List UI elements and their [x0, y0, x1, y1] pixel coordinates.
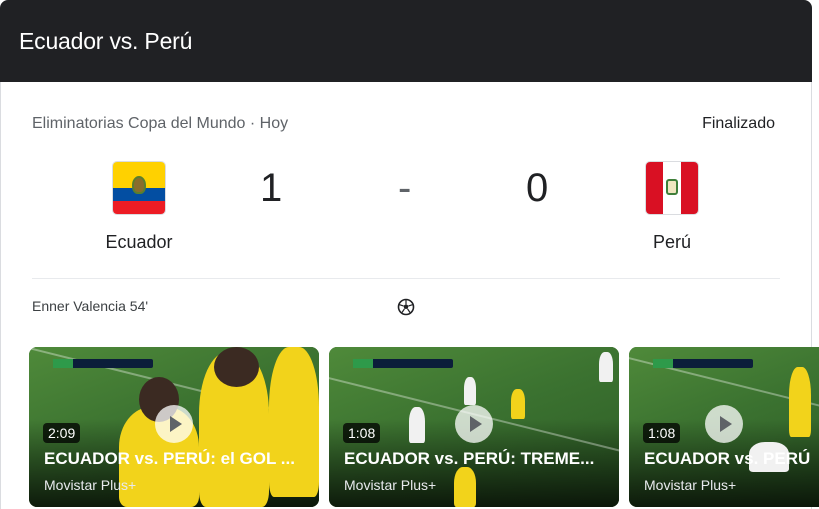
away-team[interactable]: Perú — [602, 162, 742, 253]
home-team[interactable]: Ecuador — [69, 162, 209, 253]
goal-scorer: Enner Valencia 54' — [32, 298, 149, 314]
score-separator: - — [398, 166, 412, 210]
divider — [32, 278, 780, 279]
card-header: Ecuador vs. Perú — [0, 0, 812, 82]
away-team-name: Perú — [652, 232, 692, 252]
video-title[interactable]: ECUADOR vs. PERÚ — [644, 449, 819, 469]
match-meta: Eliminatorias Copa del Mundo · Hoy Final… — [32, 115, 775, 137]
video-card[interactable]: 1:08 ECUADOR vs. PERÚ: TREME... Movistar… — [329, 347, 619, 507]
home-team-name: Ecuador — [105, 232, 173, 252]
soccer-ball-icon — [397, 298, 415, 316]
scorebug — [53, 359, 153, 368]
page-title[interactable]: Ecuador vs. Perú — [19, 28, 192, 55]
video-title[interactable]: ECUADOR vs. PERÚ: TREME... — [344, 449, 614, 469]
play-icon[interactable] — [705, 405, 743, 443]
peru-flag-icon — [646, 162, 698, 214]
video-title[interactable]: ECUADOR vs. PERÚ: el GOL ... — [44, 449, 314, 469]
ecuador-flag-icon — [113, 162, 165, 214]
video-duration: 1:08 — [643, 423, 681, 443]
scorebug — [353, 359, 453, 368]
video-duration: 2:09 — [43, 423, 81, 443]
home-score: 1 — [260, 166, 283, 210]
away-score: 0 — [526, 166, 549, 210]
video-source: Movistar Plus+ — [344, 477, 437, 493]
video-card[interactable]: 2:09 ECUADOR vs. PERÚ: el GOL ... Movist… — [29, 347, 319, 507]
video-source: Movistar Plus+ — [644, 477, 737, 493]
play-icon[interactable] — [155, 405, 193, 443]
play-icon[interactable] — [455, 405, 493, 443]
scorebug — [653, 359, 753, 368]
video-card[interactable]: 1:08 ECUADOR vs. PERÚ Movistar Plus+ — [629, 347, 819, 507]
match-status: Finalizado — [702, 115, 775, 132]
video-duration: 1:08 — [343, 423, 381, 443]
competition-label[interactable]: Eliminatorias Copa del Mundo · Hoy — [32, 115, 288, 133]
video-source: Movistar Plus+ — [44, 477, 137, 493]
